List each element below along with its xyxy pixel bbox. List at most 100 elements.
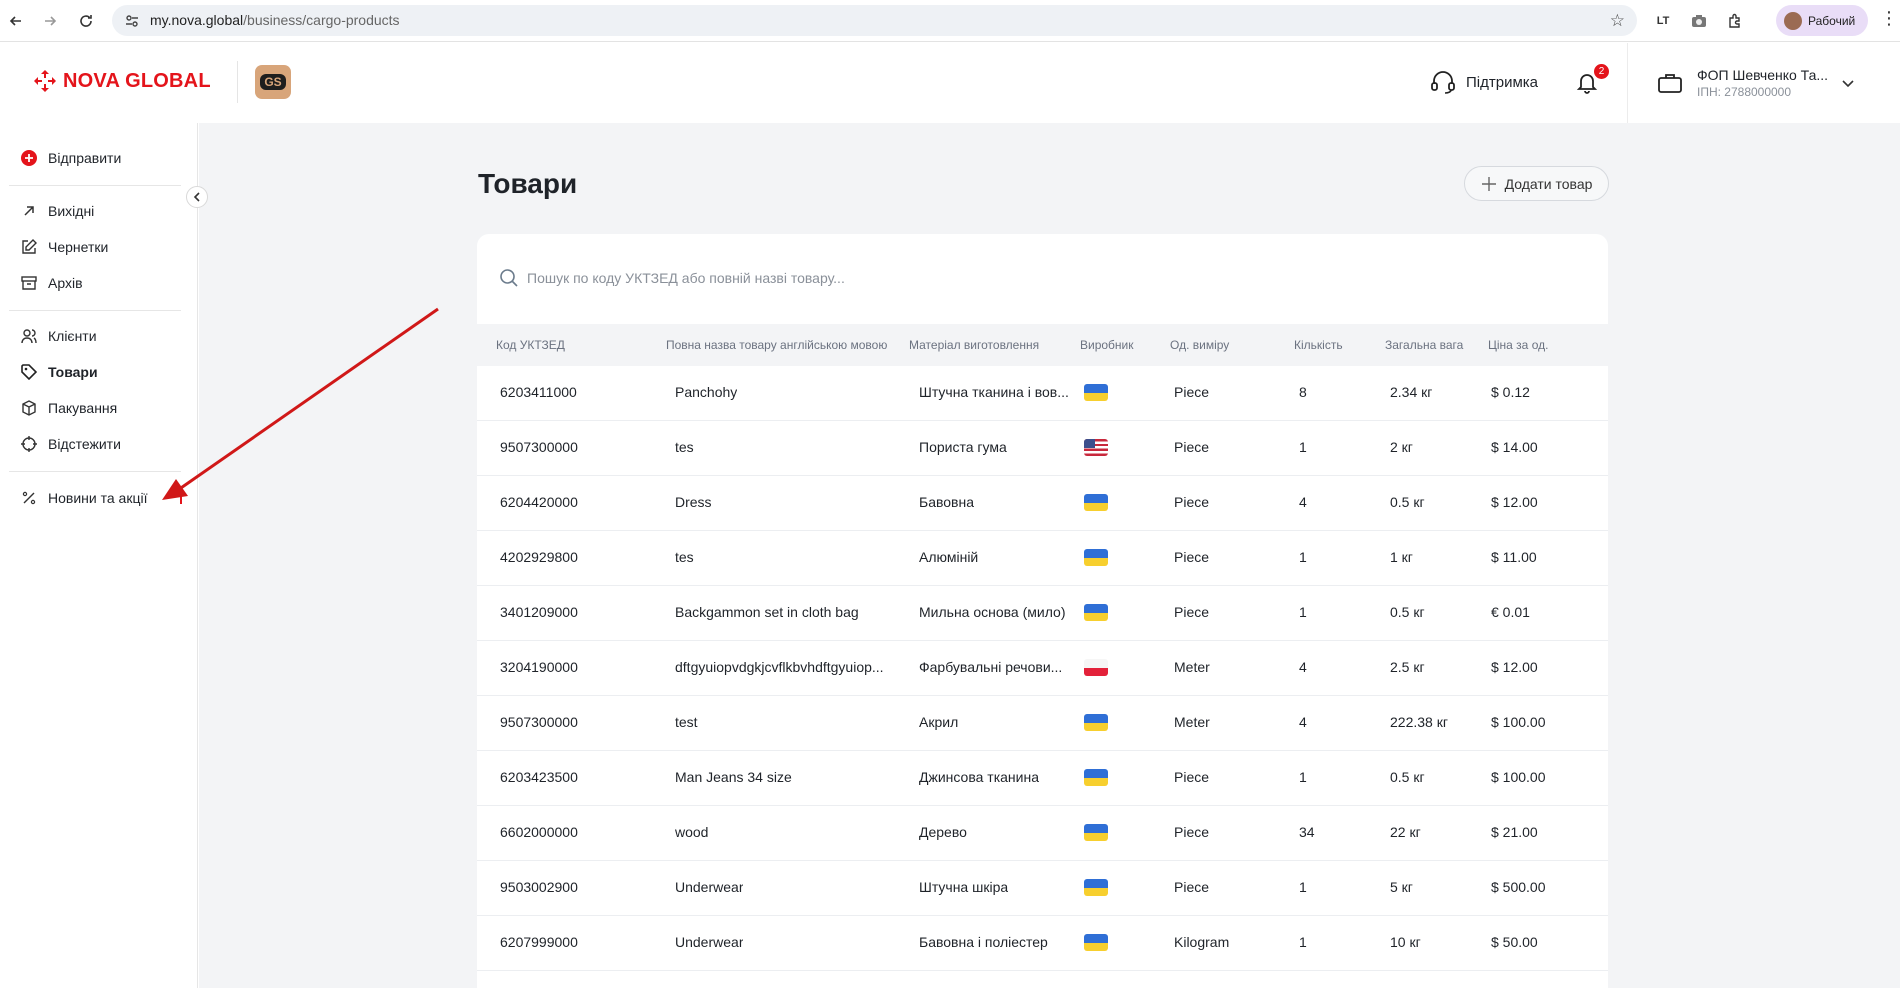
cell-material: Штучна шкіра [919, 879, 1009, 895]
bookmark-star-icon[interactable]: ☆ [1610, 11, 1625, 31]
cell-code: 6203411000 [500, 384, 577, 400]
cell-price: $ 100.00 [1491, 714, 1546, 730]
cell-weight: 22 кг [1390, 824, 1421, 840]
cell-qty: 1 [1299, 934, 1307, 950]
plus-icon [1481, 176, 1496, 191]
sidebar-item-archive[interactable]: Архів [21, 273, 83, 293]
cell-qty: 8 [1299, 384, 1307, 400]
archive-icon [21, 275, 37, 291]
site-settings-icon[interactable] [124, 13, 140, 29]
add-product-button[interactable]: Додати товар [1464, 166, 1609, 201]
profile-label: Рабочий [1808, 13, 1856, 28]
sidebar-item-drafts[interactable]: Чернетки [21, 237, 108, 257]
search-input[interactable]: Пошук по коду УКТЗЕД або повній назві то… [499, 268, 845, 288]
cell-material: Бавовна [919, 494, 974, 510]
column-header[interactable]: Матеріал виготовлення [909, 338, 1039, 352]
cell-code: 6203423500 [500, 769, 578, 785]
ukraine-flag-icon [1084, 824, 1108, 841]
table-row[interactable]: 6207999000 Underwear Бавовна і поліестер Ki… [477, 916, 1608, 971]
extensions-puzzle-icon[interactable] [1724, 10, 1746, 32]
cell-material: Акрил [919, 714, 959, 730]
cell-material: Мильна основа (мило) [919, 604, 1066, 620]
account-ipn: ІПН: 2788000000 [1697, 85, 1792, 99]
edit-icon [21, 239, 37, 255]
sidebar-item-send[interactable]: Відправити [21, 148, 121, 168]
column-header[interactable]: Виробник [1080, 338, 1134, 352]
cell-unit: Meter [1174, 659, 1210, 675]
cell-weight: 2.5 кг [1390, 659, 1425, 675]
table-row[interactable]: 6203411000 Panchohy Штучна тканина і вов..… [477, 366, 1608, 421]
sidebar-divider [9, 310, 181, 311]
table-row[interactable]: 3204190000 dftgyuiopvdgkjcvflkbvhdftgyuio… [477, 641, 1608, 696]
gs-app-badge[interactable]: GS [255, 65, 291, 99]
cell-qty: 4 [1299, 714, 1307, 730]
column-header[interactable]: Код УКТЗЕД [496, 338, 565, 352]
cell-unit: Piece [1174, 384, 1210, 400]
sidebar-item-label: Товари [48, 364, 98, 380]
sidebar-item-clients[interactable]: Клієнти [21, 326, 97, 346]
cell-unit: Meter [1174, 714, 1210, 730]
address-bar[interactable]: my.nova.global/business/cargo-products ☆ [112, 5, 1637, 36]
table-row[interactable]: 9503002900 Underwear Штучна шкіра Piece 1 5 к… [477, 861, 1608, 916]
cell-code: 6207999000 [500, 934, 578, 950]
cell-weight: 5 кг [1390, 879, 1413, 895]
sidebar-item-label: Чернетки [48, 239, 109, 255]
cell-qty: 1 [1299, 879, 1307, 895]
table-row[interactable]: 4202929800 tes Алюміній Piece 1 1 кг $ 11.00 [477, 531, 1608, 586]
table-row[interactable]: 6204420000 Dress Бавовна Piece 4 0.5 кг $ 12.0… [477, 476, 1608, 531]
ukraine-flag-icon [1084, 769, 1108, 786]
cell-qty: 4 [1299, 494, 1307, 510]
camera-extension-icon[interactable] [1688, 10, 1710, 32]
collapse-sidebar-button[interactable] [186, 186, 208, 208]
translate-extension-icon[interactable]: LT [1652, 10, 1674, 32]
cell-weight: 2.34 кг [1390, 384, 1433, 400]
sidebar-item-track[interactable]: Відстежити [21, 434, 121, 454]
sidebar-divider [9, 185, 181, 186]
cell-name: test [675, 714, 698, 730]
sidebar-item-label: Архів [48, 275, 83, 291]
support-label: Підтримка [1466, 73, 1539, 91]
cell-qty: 34 [1299, 824, 1315, 840]
cell-weight: 0.5 кг [1390, 604, 1425, 620]
cell-price: $ 0.12 [1491, 384, 1530, 400]
url-text: my.nova.global/business/cargo-products [150, 12, 400, 28]
table-row[interactable]: 9507300000 test Акрил Meter 4 222.38 кг $ 100.… [477, 696, 1608, 751]
table-row[interactable]: 6203423500 Man Jeans 34 size Джинсова ткан… [477, 751, 1608, 806]
cell-material: Штучна тканина і вов... [919, 384, 1069, 400]
sidebar-item-products[interactable]: Товари [21, 362, 98, 382]
cell-code: 3204190000 [500, 659, 578, 675]
sidebar-item-outgoing[interactable]: Вихідні [21, 201, 94, 221]
sidebar-item-packaging[interactable]: Пакування [21, 398, 117, 418]
cell-price: $ 500.00 [1491, 879, 1546, 895]
table-row[interactable]: 6602000000 wood Дерево Piece 34 22 кг $ 21.00 [477, 806, 1608, 861]
logo-text: NOVA GLOBAL [63, 69, 211, 92]
sidebar-item-news[interactable]: Новини та акції [21, 488, 147, 508]
cell-qty: 1 [1299, 604, 1307, 620]
header-separator [1627, 43, 1628, 123]
column-header[interactable]: Загальна вага [1385, 338, 1463, 352]
profile-button[interactable]: Рабочий [1776, 5, 1868, 36]
support-link[interactable]: Підтримка [1430, 70, 1538, 94]
browser-menu-icon[interactable]: ⋮ [1880, 8, 1898, 29]
chevron-down-icon[interactable] [1842, 77, 1854, 91]
target-icon [21, 436, 37, 452]
column-header[interactable]: Ціна за од. [1488, 338, 1548, 352]
column-header[interactable]: Од. виміру [1170, 338, 1229, 352]
cell-weight: 10 кг [1390, 934, 1421, 950]
nova-global-logo[interactable]: NOVA GLOBAL [33, 69, 211, 93]
back-icon[interactable] [4, 9, 28, 33]
account-switcher[interactable]: ФОП Шевченко Та... ІПН: 2788000000 [1657, 67, 1828, 99]
active-item-marker [180, 487, 182, 504]
table-row[interactable]: 3401209000 Backgammon set in cloth bag Мил… [477, 586, 1608, 641]
reload-icon[interactable] [74, 9, 98, 33]
cell-code: 9507300000 [500, 714, 578, 730]
search-icon [500, 269, 518, 287]
table-row[interactable]: 9507300000 tes Пориста гума Piece 1 2 кг $ 14.… [477, 421, 1608, 476]
cell-qty: 1 [1299, 439, 1307, 455]
search-placeholder: Пошук по коду УКТЗЕД або повній назві то… [527, 270, 845, 286]
cell-unit: Piece [1174, 879, 1210, 895]
forward-icon[interactable] [38, 9, 62, 33]
column-header[interactable]: Кількість [1294, 338, 1343, 352]
cell-unit: Piece [1174, 769, 1210, 785]
column-header[interactable]: Повна назва товару англійською мовою [666, 338, 887, 352]
